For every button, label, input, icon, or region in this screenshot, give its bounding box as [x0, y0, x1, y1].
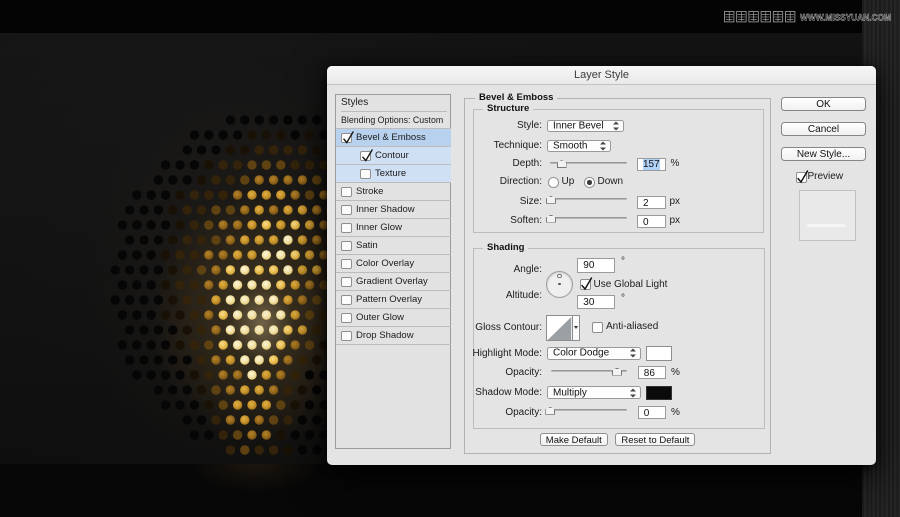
svg-text:WWW.MISSYUAN.COM: WWW.MISSYUAN.COM — [800, 13, 891, 24]
